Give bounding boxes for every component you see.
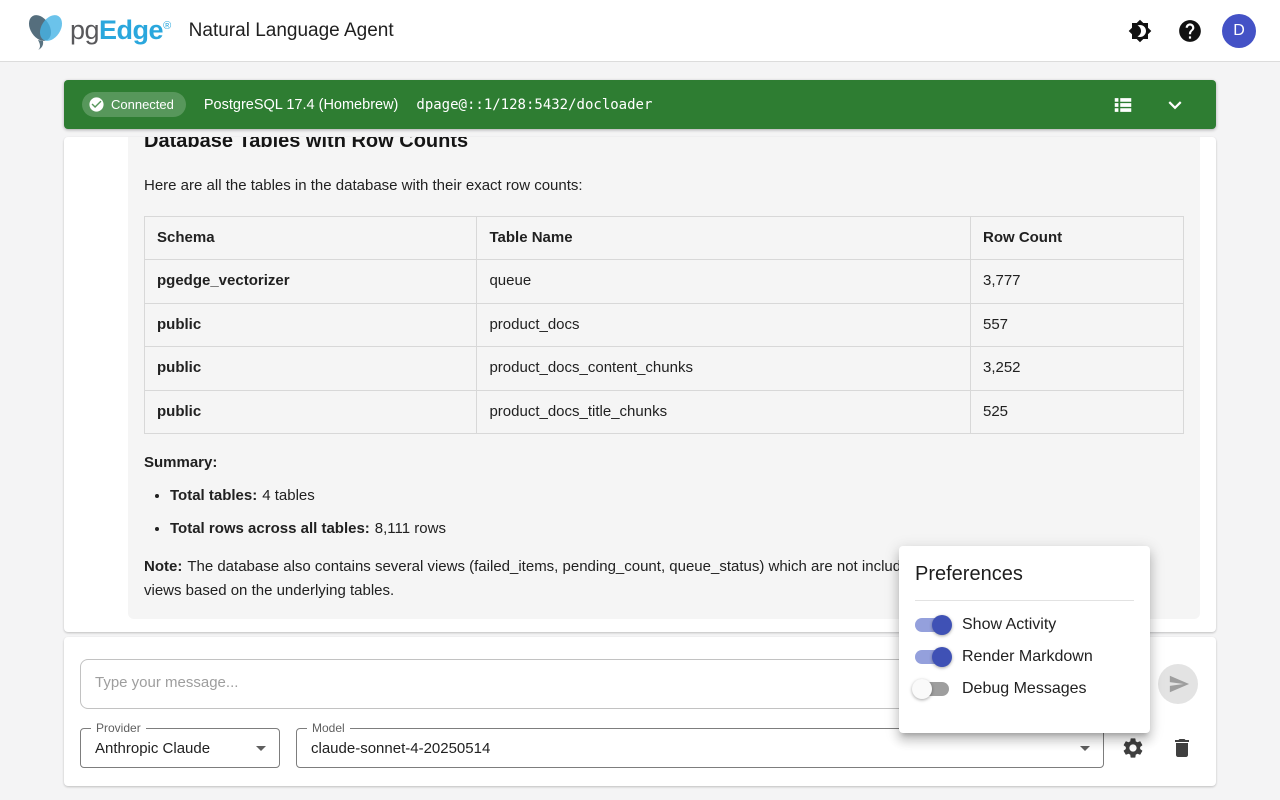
brand-text: pgEdge®: [70, 15, 171, 46]
summary-label: Summary:: [144, 452, 1184, 475]
send-icon: [1168, 673, 1190, 695]
schema-cell: public: [145, 390, 477, 434]
connection-list-button[interactable]: [1108, 90, 1138, 120]
chevron-down-icon: [1162, 92, 1188, 118]
table-row: publicproduct_docs_title_chunks525: [145, 390, 1184, 434]
switch-thumb: [932, 647, 952, 667]
connection-expand-button[interactable]: [1160, 90, 1190, 120]
column-header: Schema: [145, 216, 477, 260]
send-button[interactable]: [1158, 664, 1198, 704]
model-select-value: claude-sonnet-4-20250514: [311, 729, 1069, 767]
table-header-row: SchemaTable NameRow Count: [145, 216, 1184, 260]
toggle-show-activity: Show Activity: [899, 609, 1150, 641]
column-header: Row Count: [970, 216, 1183, 260]
connection-string: dpage@::1/128:5432/docloader: [416, 97, 652, 113]
divider: [915, 600, 1134, 601]
column-header: Table Name: [477, 216, 971, 260]
trash-icon: [1170, 736, 1194, 760]
list-item: Total tables:4 tables: [170, 485, 1184, 508]
table-row: publicproduct_docs557: [145, 303, 1184, 347]
connection-bar: Connected PostgreSQL 17.4 (Homebrew) dpa…: [64, 80, 1216, 129]
row-counts-table: SchemaTable NameRow Count pgedge_vectori…: [144, 216, 1184, 435]
provider-select[interactable]: Provider Anthropic Claude: [80, 728, 280, 768]
table-name-cell: product_docs: [477, 303, 971, 347]
pgedge-logo-icon: [24, 11, 68, 51]
status-badge-label: Connected: [111, 97, 174, 112]
connection-bar-actions: [1108, 90, 1198, 120]
switch-thumb: [912, 679, 932, 699]
toggle-label: Debug Messages: [962, 680, 1087, 698]
list-item: Total rows across all tables:8,111 rows: [170, 518, 1184, 541]
message-heading: Database Tables with Row Counts: [144, 137, 1184, 155]
clear-chat-button[interactable]: [1158, 724, 1206, 772]
dropdown-arrow-icon: [1073, 736, 1097, 765]
summary-list: Total tables:4 tables Total rows across …: [144, 485, 1184, 541]
row-count-cell: 557: [970, 303, 1183, 347]
row-count-cell: 3,252: [970, 347, 1183, 391]
avatar[interactable]: D: [1222, 14, 1256, 48]
render-markdown-switch[interactable]: [915, 650, 949, 664]
dropdown-arrow-icon: [249, 736, 273, 765]
toggle-label: Render Markdown: [962, 648, 1093, 666]
pgedge-logo: pgEdge®: [24, 11, 171, 51]
theme-toggle-button[interactable]: [1122, 13, 1158, 49]
header-actions: D: [1122, 13, 1256, 49]
help-icon: [1177, 18, 1203, 44]
row-count-cell: 3,777: [970, 260, 1183, 304]
schema-cell: public: [145, 347, 477, 391]
toggle-debug-messages: Debug Messages: [899, 673, 1150, 705]
toggle-render-markdown: Render Markdown: [899, 641, 1150, 673]
show-activity-switch[interactable]: [915, 618, 949, 632]
provider-select-value: Anthropic Claude: [95, 729, 245, 767]
preferences-popup: Preferences Show Activity Render Markdow…: [899, 546, 1150, 733]
switch-thumb: [932, 615, 952, 635]
row-count-cell: 525: [970, 390, 1183, 434]
table-row: publicproduct_docs_content_chunks3,252: [145, 347, 1184, 391]
check-circle-icon: [88, 96, 105, 113]
page-title: Natural Language Agent: [189, 20, 394, 42]
model-select[interactable]: Model claude-sonnet-4-20250514: [296, 728, 1104, 768]
debug-messages-switch[interactable]: [915, 682, 949, 696]
help-button[interactable]: [1172, 13, 1208, 49]
server-version-label: PostgreSQL 17.4 (Homebrew): [204, 97, 399, 113]
brightness-icon: [1128, 19, 1152, 43]
preferences-title: Preferences: [915, 563, 1134, 586]
toggle-label: Show Activity: [962, 616, 1056, 634]
table-name-cell: product_docs_title_chunks: [477, 390, 971, 434]
table-name-cell: queue: [477, 260, 971, 304]
server-list-icon: [1112, 94, 1134, 116]
app-header: pgEdge® Natural Language Agent D: [0, 0, 1280, 62]
schema-cell: pgedge_vectorizer: [145, 260, 477, 304]
status-badge: Connected: [82, 92, 186, 117]
schema-cell: public: [145, 303, 477, 347]
gear-icon: [1121, 736, 1145, 760]
table-name-cell: product_docs_content_chunks: [477, 347, 971, 391]
table-row: pgedge_vectorizerqueue3,777: [145, 260, 1184, 304]
message-intro: Here are all the tables in the database …: [144, 175, 1184, 198]
tables-body: pgedge_vectorizerqueue3,777publicproduct…: [145, 260, 1184, 434]
